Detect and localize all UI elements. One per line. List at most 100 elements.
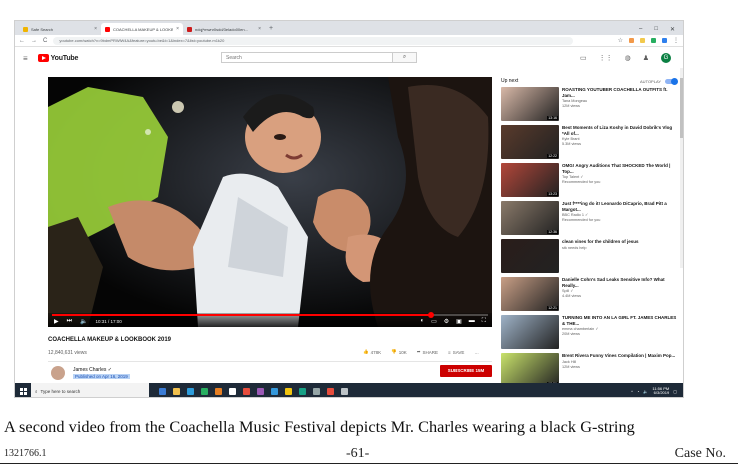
next-icon[interactable]: ⏭ — [67, 318, 72, 325]
hamburger-menu-icon[interactable]: ≡ — [23, 54, 28, 63]
subscribe-button[interactable]: SUBSCRIBE 15M — [440, 365, 492, 377]
notifications-bell-icon[interactable]: ♟ — [643, 54, 649, 62]
taskbar-app-icon[interactable] — [327, 387, 334, 395]
browser-tab[interactable]: COACHELLA MAKEUP & LOOKBO... × — [101, 23, 183, 35]
recommended-video[interactable]: 12:36 Just f****ing do it! Leonardo DiCap… — [501, 201, 677, 237]
create-video-icon[interactable]: ▭ — [580, 54, 587, 62]
video-thumbnail[interactable] — [501, 239, 559, 273]
url-field[interactable]: youtube.com/watch?v=9bdmPRWlW4A&feature=… — [53, 36, 574, 45]
taskbar-app-icon[interactable] — [313, 387, 320, 395]
extension-icon[interactable] — [640, 38, 645, 43]
taskbar-app-icon[interactable] — [299, 387, 306, 395]
recommendation-title[interactable]: OMG! Angry Auditions That SHOCKED The Wo… — [562, 163, 677, 174]
more-horizontal-icon: … — [474, 349, 479, 355]
like-button[interactable]: 👍 478K — [363, 349, 381, 355]
extension-icon[interactable] — [651, 38, 656, 43]
volume-icon[interactable]: 🔈 — [643, 389, 648, 394]
fullscreen-icon[interactable]: ⛶ — [482, 318, 486, 325]
tray-arrow-icon[interactable]: ^ — [631, 389, 633, 394]
taskbar-app-icon[interactable] — [243, 387, 250, 395]
captions-icon[interactable]: ▭ — [431, 318, 437, 325]
search-input[interactable] — [222, 53, 392, 62]
autoplay-toggle-icon[interactable]: ◐ — [420, 318, 424, 325]
taskbar-app-icon[interactable] — [257, 387, 264, 395]
close-icon[interactable]: × — [176, 26, 179, 32]
dislike-button[interactable]: 👎 10K — [391, 349, 407, 355]
account-avatar[interactable]: G — [661, 53, 671, 63]
taskbar-app-icon[interactable] — [341, 387, 348, 395]
channel-name[interactable]: James Charles ✓ — [73, 367, 112, 373]
notifications-icon[interactable]: ▢ — [673, 389, 677, 394]
recommended-video[interactable]: clean vines for the children of jesus stk… — [501, 239, 677, 275]
recommended-video[interactable]: 12:22 Best Moments of Liza Koshy in David… — [501, 125, 677, 161]
page-footer: 1321766.1 -61- Case No. — [0, 444, 738, 469]
star-icon[interactable]: ☆ — [618, 37, 623, 44]
search-icon[interactable]: ⌕ — [392, 53, 416, 62]
close-icon[interactable]: × — [258, 26, 261, 32]
maximize-button[interactable]: □ — [654, 26, 658, 32]
settings-gear-icon[interactable]: ⚙ — [444, 318, 449, 325]
page-scrollbar[interactable] — [680, 68, 683, 268]
recommended-video[interactable]: 12:21 Danielle Cohn's Sad Leaks Sensitive… — [501, 277, 677, 313]
video-thumbnail[interactable]: 12:56 — [501, 353, 559, 387]
new-tab-button[interactable]: + — [265, 23, 277, 35]
recommendation-title[interactable]: Danielle Cohn's Sad Leaks Sensitive Info… — [562, 277, 677, 288]
autoplay-toggle[interactable] — [665, 77, 678, 85]
recommendation-title[interactable]: Best Moments of Liza Koshy in David Dobr… — [562, 125, 677, 136]
volume-icon[interactable]: 🔈 — [80, 318, 87, 325]
taskbar-app-icon[interactable] — [271, 387, 278, 395]
share-button[interactable]: ➦ SHARE — [417, 349, 438, 355]
browser-tab[interactable]: Safe Search × — [19, 23, 101, 35]
taskbar-app-icon[interactable] — [285, 387, 292, 395]
minimize-button[interactable]: – — [639, 26, 642, 32]
youtube-logo[interactable]: YouTube — [37, 54, 78, 62]
close-icon[interactable]: × — [94, 26, 97, 32]
recommended-video[interactable]: 13:16 ROASTING YOUTUBER COACHELLA OUTFITS… — [501, 87, 677, 123]
more-actions-button[interactable]: … — [474, 350, 479, 355]
close-window-button[interactable]: ✕ — [670, 26, 675, 33]
masthead-actions: ▭ ⋮⋮ ◍ ♟ G — [580, 53, 671, 63]
play-icon[interactable]: ▶ — [54, 318, 59, 325]
messages-icon[interactable]: ◍ — [625, 54, 631, 62]
browser-tab[interactable]: ndqj*mwnr0sdd/3elado00en... × — [183, 23, 265, 35]
taskbar-app-icon[interactable] — [229, 387, 236, 395]
recommendation-title[interactable]: Brent Rivera Funny Vines Compilation | M… — [562, 353, 677, 359]
network-icon[interactable]: ◔ — [637, 389, 639, 394]
back-arrow-icon[interactable]: ← — [19, 38, 25, 44]
video-thumbnail[interactable]: 13:23 — [501, 163, 559, 197]
video-thumbnail[interactable]: 12:36 — [501, 201, 559, 235]
extension-icon[interactable] — [662, 38, 667, 43]
reload-icon[interactable]: C — [43, 38, 47, 44]
taskbar-app-icon[interactable] — [187, 387, 194, 395]
taskbar-app-icon[interactable] — [159, 387, 166, 395]
taskbar-app-icon[interactable] — [215, 387, 222, 395]
miniplayer-icon[interactable]: ▣ — [456, 318, 462, 325]
video-thumbnail[interactable] — [501, 315, 559, 349]
channel-avatar[interactable] — [51, 366, 65, 380]
scrollbar-thumb[interactable] — [680, 78, 683, 138]
recommended-video[interactable]: TURNING ME INTO AN LA GIRL FT. JAMES CHA… — [501, 315, 677, 351]
recommendation-title[interactable]: clean vines for the children of jesus — [562, 239, 677, 245]
clock[interactable]: 11:56 PM 6/3/2019 — [652, 386, 670, 396]
progress-bar[interactable] — [52, 312, 488, 318]
taskbar-app-icon[interactable] — [173, 387, 180, 395]
forward-arrow-icon[interactable]: → — [31, 38, 37, 44]
clock-date: 6/3/2019 — [653, 390, 670, 395]
theater-mode-icon[interactable]: ▬ — [469, 318, 475, 325]
taskbar-app-icon[interactable] — [201, 387, 208, 395]
video-thumbnail[interactable]: 13:16 — [501, 87, 559, 121]
start-button[interactable] — [15, 383, 31, 397]
video-thumbnail[interactable]: 12:22 — [501, 125, 559, 159]
video-thumbnail[interactable]: 12:21 — [501, 277, 559, 311]
save-button[interactable]: ≡ SAVE — [448, 350, 464, 355]
extension-icon[interactable] — [629, 38, 634, 43]
recommendation-title[interactable]: Just f****ing do it! Leonardo DiCaprio, … — [562, 201, 677, 212]
menu-kebab-icon[interactable]: ⋮ — [673, 37, 679, 44]
apps-grid-icon[interactable]: ⋮⋮ — [599, 54, 613, 62]
recommendation-views: 12M views — [562, 364, 580, 369]
recommendation-title[interactable]: TURNING ME INTO AN LA GIRL FT. JAMES CHA… — [562, 315, 677, 326]
video-player[interactable]: ▶ ⏭ 🔈 10:31 / 17:00 ◐ ▭ ⚙ ▣ ▬ ⛶ — [48, 77, 492, 327]
recommended-video[interactable]: 13:23 OMG! Angry Auditions That SHOCKED T… — [501, 163, 677, 199]
recommendation-title[interactable]: ROASTING YOUTUBER COACHELLA OUTFITS ft. … — [562, 87, 677, 98]
taskbar-search[interactable]: ⌕ Type here to search — [31, 383, 149, 397]
